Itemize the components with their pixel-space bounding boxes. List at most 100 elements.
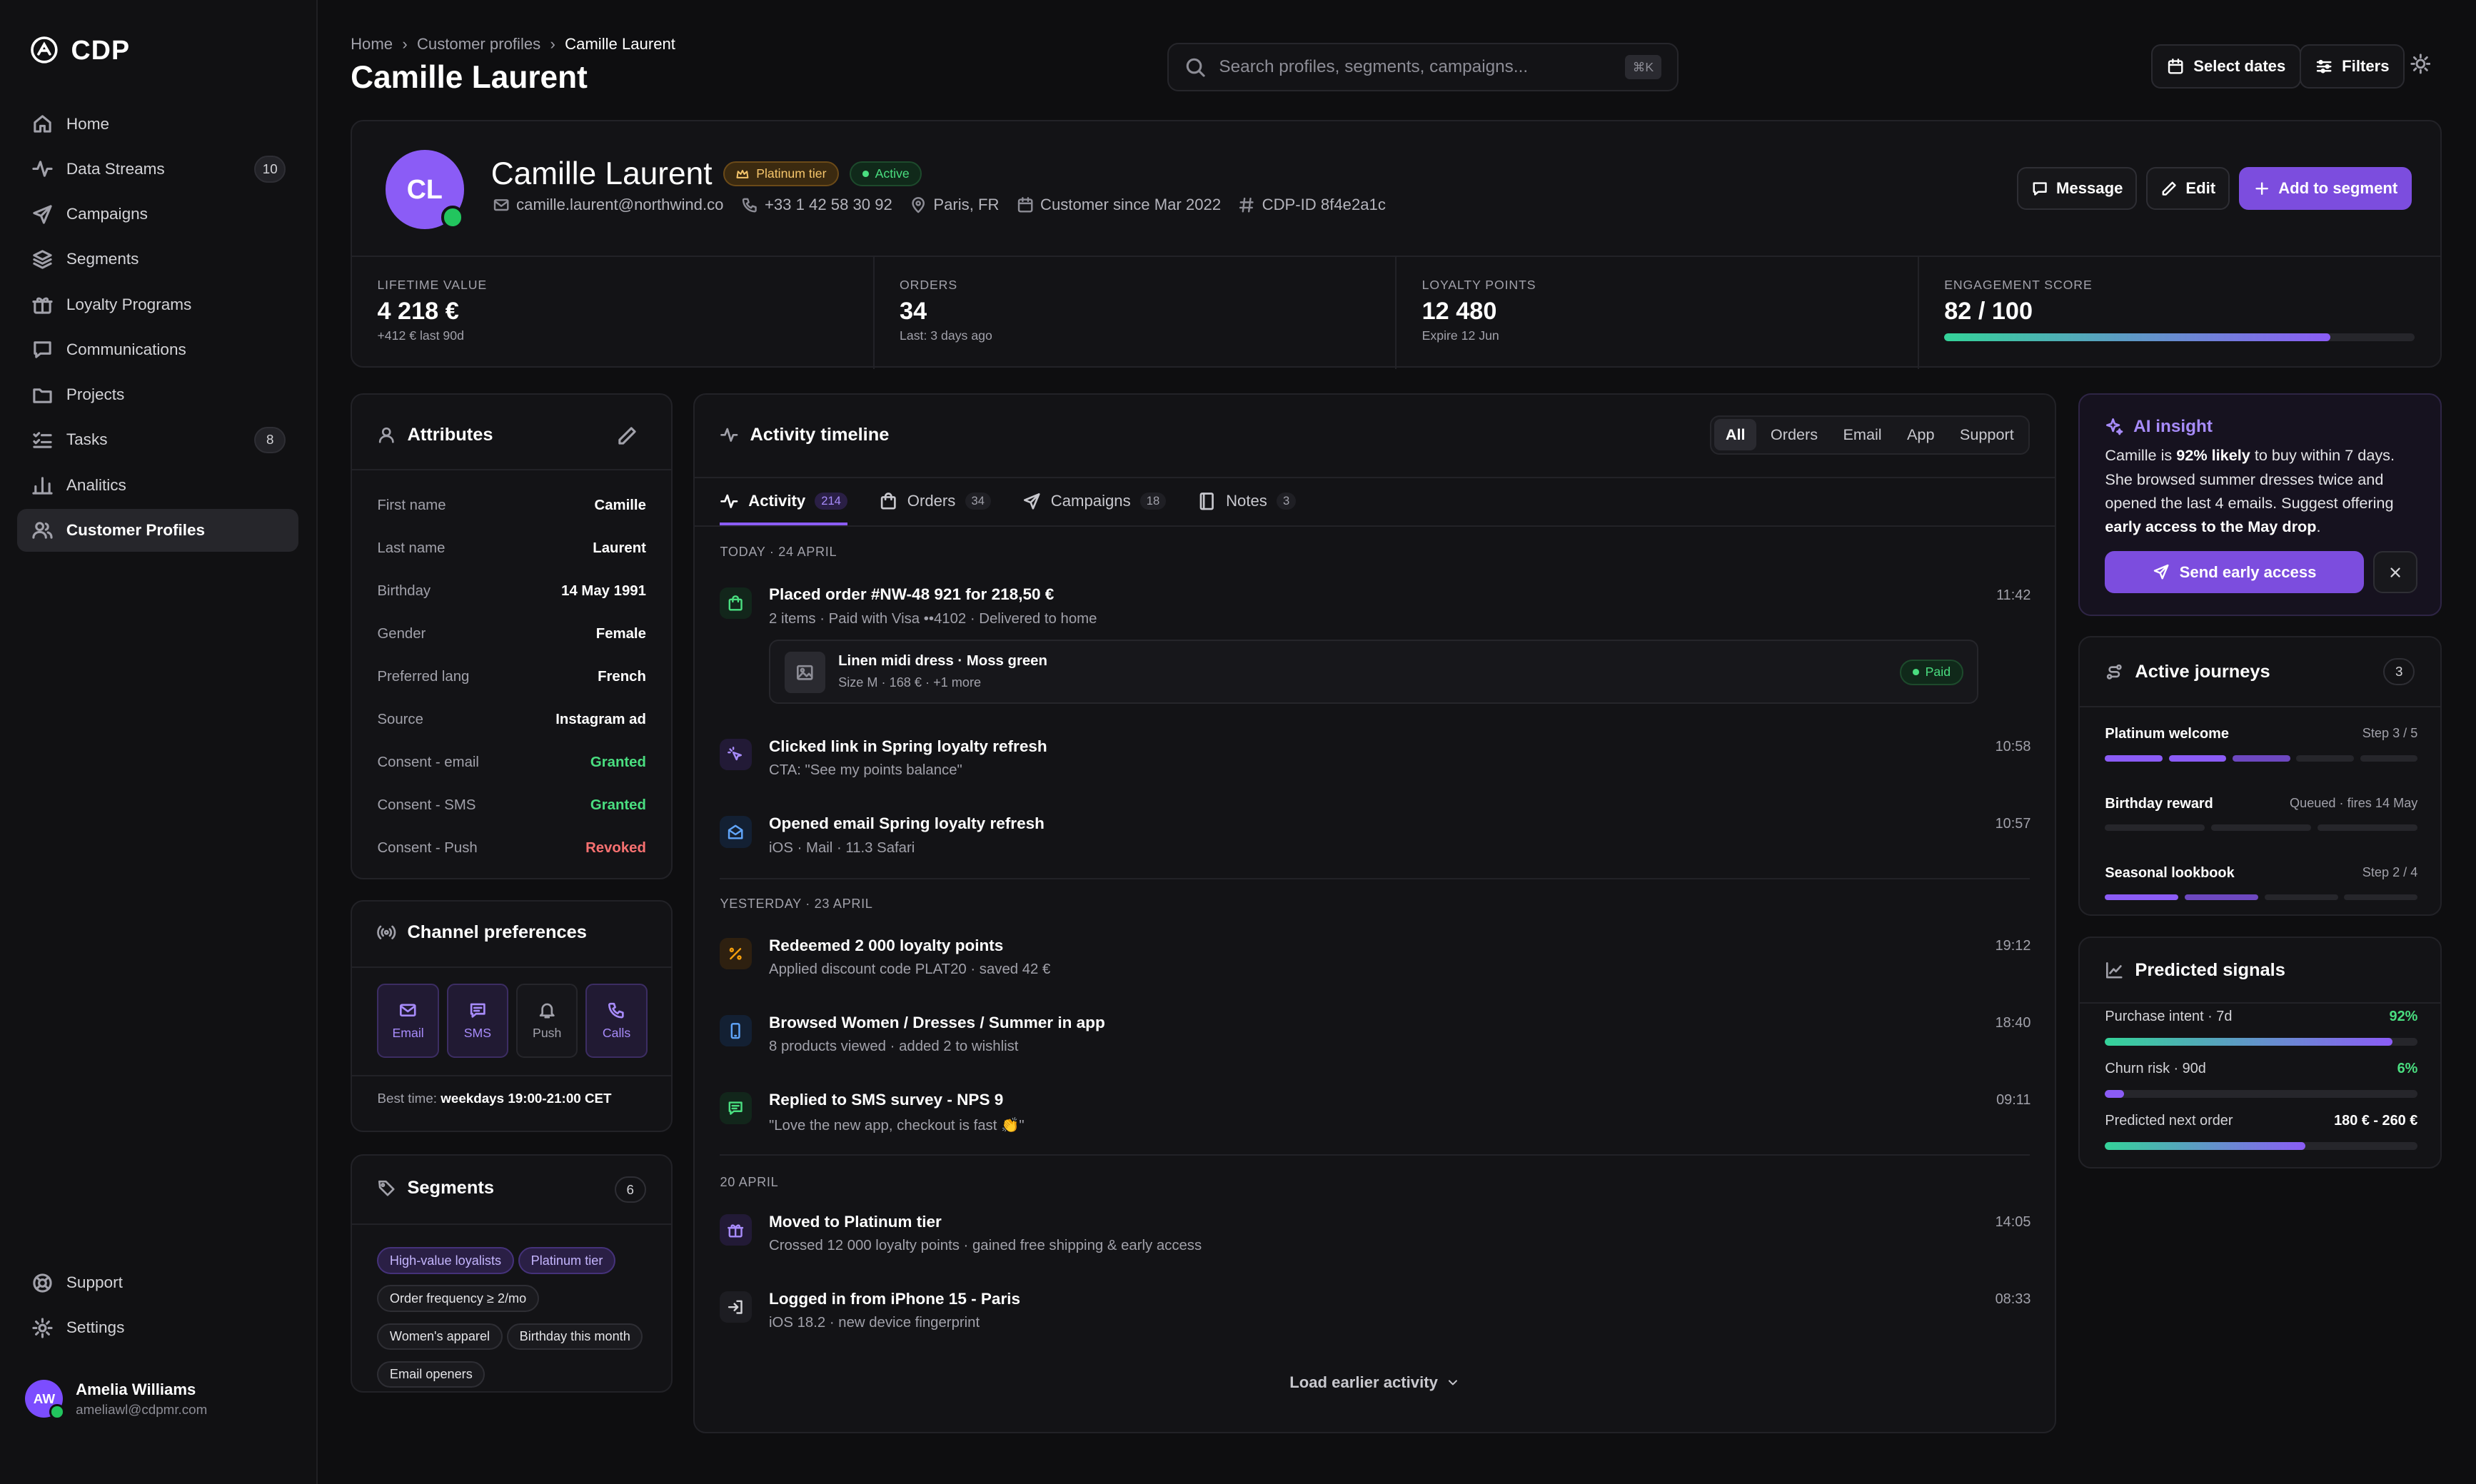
journey-platinum-welcome[interactable]: Platinum welcome Step 3 / 5 — [2105, 726, 2417, 762]
sidebar-item-analitics[interactable]: Analitics — [17, 464, 298, 507]
select-dates-button[interactable]: Select dates — [2150, 44, 2302, 89]
segments-card: Segments 6 High-value loyalists Platinum … — [351, 1154, 673, 1393]
chat-icon — [720, 1092, 752, 1124]
user-email: ameliawl@cdpmr.com — [76, 1402, 208, 1418]
stat-label: ORDERS — [900, 277, 958, 292]
journey-birthday-reward[interactable]: Birthday reward Queued · fires 14 May — [2105, 796, 2418, 832]
broadcast-icon — [377, 925, 396, 939]
profile-stats: LIFETIME VALUE 4 218 € +412 € last 90d ORD… — [352, 256, 2440, 370]
sidebar-item-home[interactable]: Home — [17, 103, 298, 146]
stat-value: 34 — [900, 297, 927, 325]
app-logo[interactable]: CDP — [30, 35, 130, 66]
channel-calls-toggle[interactable]: Calls — [585, 983, 648, 1058]
attribute-row: Last name Laurent — [352, 528, 671, 570]
divider — [352, 966, 672, 968]
sidebar-item-campaigns[interactable]: Campaigns — [17, 193, 298, 236]
journeys-header: Active journeys — [2105, 662, 2270, 682]
event-subtitle: CTA: "See my points balance" — [769, 762, 962, 779]
add-to-segment-button[interactable]: Add to segment — [2239, 167, 2412, 210]
divider — [2079, 705, 2440, 707]
day-label: TODAY · 24 APRIL — [720, 544, 837, 559]
chevron-right-icon: › — [402, 34, 408, 53]
stat-value: 82 / 100 — [1944, 297, 2033, 325]
tab-count: 214 — [815, 492, 847, 510]
segment-tag[interactable]: Order frequency ≥ 2/mo — [377, 1285, 539, 1313]
filter-orders[interactable]: Orders — [1759, 419, 1828, 450]
sidebar-item-support[interactable]: Support — [17, 1261, 298, 1304]
tab-activity[interactable]: Activity 214 — [720, 477, 847, 526]
event-subtitle: iOS 18.2 · new device fingerprint — [769, 1315, 980, 1331]
load-earlier-button[interactable]: Load earlier activity — [695, 1373, 2055, 1392]
filter-email[interactable]: Email — [1832, 419, 1893, 450]
segment-tag[interactable]: Email openers — [377, 1361, 485, 1388]
predicted-title: Predicted signals — [2135, 959, 2285, 980]
profile-since: Customer since Mar 2022 — [1017, 196, 1221, 214]
attribute-key: Consent - Push — [377, 839, 478, 856]
breadcrumb-home[interactable]: Home — [351, 35, 393, 54]
mail-open-icon — [720, 816, 752, 848]
journey-step-segment — [2105, 824, 2205, 832]
dismiss-button[interactable] — [2373, 550, 2418, 594]
search-input[interactable]: Search profiles, segments, campaigns... … — [1167, 42, 1679, 92]
tab-notes[interactable]: Notes 3 — [1197, 477, 1297, 526]
theme-toggle-sun-icon[interactable] — [2410, 54, 2431, 74]
message-button[interactable]: Message — [2016, 167, 2138, 210]
event-title: Clicked link in Spring loyalty refresh — [769, 737, 1047, 755]
profile-phone[interactable]: +33 1 42 58 30 92 — [741, 196, 892, 214]
channel-push-toggle[interactable]: Push — [516, 983, 578, 1058]
channel-email-toggle[interactable]: Email — [377, 983, 439, 1058]
sidebar-item-segments[interactable]: Segments — [17, 238, 298, 281]
stat-orders: ORDERS 34 Last: 3 days ago — [875, 257, 1397, 370]
tag-icon — [378, 1180, 395, 1196]
event-subtitle: 2 items · Paid with Visa ••4102 · Delive… — [769, 610, 1097, 627]
current-user[interactable]: AW Amelia Williams ameliawl@cdpmr.com — [25, 1380, 208, 1420]
ai-highlight: early access to the May drop — [2105, 517, 2317, 535]
segment-tag[interactable]: High-value loyalists — [377, 1247, 514, 1274]
sidebar-item-label: Customer Profiles — [66, 520, 206, 539]
breadcrumb-customer-profiles[interactable]: Customer profiles — [417, 35, 540, 54]
sidebar-item-customer-profiles[interactable]: Customer Profiles — [17, 509, 299, 552]
attribute-value: 14 May 1991 — [561, 583, 646, 600]
sidebar-item-data-streams[interactable]: Data Streams 10 — [17, 148, 298, 191]
segment-tag[interactable]: Platinum tier — [518, 1247, 615, 1274]
sidebar-item-label: Segments — [66, 250, 139, 268]
event-time: 10:58 — [1995, 738, 2031, 754]
stat-lifetime-value: LIFETIME VALUE 4 218 € +412 € last 90d — [352, 257, 875, 370]
tab-orders[interactable]: Orders 34 — [879, 477, 991, 526]
sidebar-item-loyalty-programs[interactable]: Loyalty Programs — [17, 283, 298, 326]
filters-button[interactable]: Filters — [2299, 44, 2405, 89]
segment-tag[interactable]: Women's apparel — [377, 1323, 503, 1351]
tier-badge: Platinum tier — [723, 161, 839, 187]
filter-all[interactable]: All — [1714, 419, 1757, 451]
user-name: Amelia Williams — [76, 1380, 196, 1398]
sidebar-item-tasks[interactable]: Tasks 8 — [17, 419, 298, 462]
gift-icon — [32, 297, 53, 314]
order-item[interactable]: Linen midi dress · Moss green Size M · 1… — [769, 639, 1979, 705]
sidebar-item-projects[interactable]: Projects — [17, 373, 298, 416]
tab-campaigns[interactable]: Campaigns 18 — [1022, 477, 1167, 526]
segment-tag[interactable]: Birthday this month — [507, 1323, 643, 1351]
event-time: 18:40 — [1995, 1015, 2031, 1031]
attribute-value: Granted — [590, 754, 646, 770]
list-check-icon — [33, 432, 52, 448]
event-subtitle: Applied discount code PLAT20 · saved 42 … — [769, 961, 1051, 977]
filters-label: Filters — [2342, 56, 2390, 75]
channel-sms-toggle[interactable]: SMS — [446, 983, 509, 1058]
tier-label: Platinum tier — [756, 166, 827, 181]
notebook-icon — [1199, 492, 1214, 510]
divider — [352, 1223, 672, 1225]
filter-app[interactable]: App — [1896, 419, 1946, 450]
journey-step-segment — [2233, 754, 2290, 762]
send-early-access-button[interactable]: Send early access — [2105, 550, 2365, 594]
edit-button[interactable]: Edit — [2146, 167, 2230, 210]
journey-seasonal-lookbook[interactable]: Seasonal lookbook Step 2 / 4 — [2105, 865, 2418, 901]
lifebuoy-icon — [33, 1273, 52, 1293]
stat-label: ENGAGEMENT SCORE — [1944, 277, 2093, 292]
attribute-value: Female — [595, 626, 646, 642]
map-pin-icon — [912, 197, 925, 213]
sidebar-item-settings[interactable]: Settings — [17, 1307, 298, 1350]
filter-support[interactable]: Support — [1948, 419, 2025, 450]
pencil-icon[interactable] — [616, 425, 638, 447]
sidebar-item-communications[interactable]: Communications — [17, 328, 298, 371]
profile-email[interactable]: camille.laurent@northwind.co — [493, 196, 723, 214]
